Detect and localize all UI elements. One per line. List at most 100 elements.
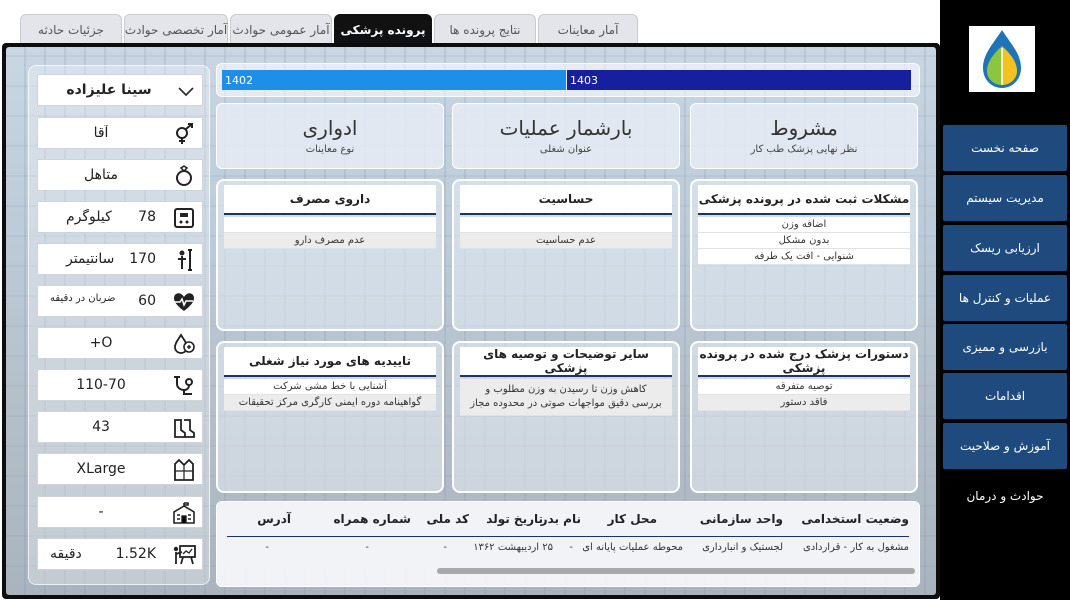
column-header: محل کار [607, 512, 657, 526]
table-cell: ۲۵ اردیبهشت ۱۳۶۲ [473, 542, 553, 553]
table-cell: لجستیک و انبارداری [702, 542, 783, 553]
drop-leaf-logo-icon[interactable] [969, 26, 1035, 92]
card-sensitivity-title: حساسیت [460, 185, 672, 215]
kpi-job-title-value: بارشمار عملیات [499, 116, 633, 140]
table-row: اضافه وزن [698, 217, 910, 233]
year-segment-1402[interactable]: 1402 [222, 70, 566, 90]
table-row: عدم مصرف دارو [224, 233, 436, 249]
card-sensitivity: حساسیت عدم حساسیت [452, 179, 680, 331]
kpi-final-opinion: مشروط نظر نهایی پزشک طب کار [690, 103, 918, 169]
heart-rate-unit: ضربان در دقیقه [50, 293, 116, 304]
height-unit: سانتیمتر [66, 251, 115, 267]
year-label-1403: 1403 [570, 73, 598, 87]
kpi-final-opinion-label: نظر نهایی پزشک طب کار [750, 144, 858, 155]
table-row [224, 217, 436, 233]
blood-pressure-field: 110-70 [37, 369, 203, 401]
height-value: 170 [129, 251, 156, 267]
table-cell: - [569, 542, 573, 553]
card-medication: داروی مصرف عدم مصرف دارو [216, 179, 444, 331]
card-medical-recommendations-title: سایر توضیحات و توصیه های پزشکی [460, 347, 672, 377]
clothing-size-field: XLarge [37, 453, 203, 485]
main-frame: سینا علیزاده آقا متاهل کیلوگرم 78 سانتیم… [2, 43, 940, 599]
kpi-job-title-label: عنوان شغلی [539, 144, 593, 155]
card-job-approvals-title: تاییدیه های مورد نیاز شغلی [224, 347, 436, 377]
card-doctor-instructions: دستورات پزشک درج شده در پرونده پزشکی توص… [690, 341, 918, 493]
sidebar-item-inspection-audit[interactable]: بازرسی و ممیزی [943, 324, 1067, 370]
table-row: توصیه متفرقه [698, 379, 910, 395]
shoe-size-field: 43 [37, 411, 203, 443]
heart-rate-value: 60 [138, 293, 156, 309]
column-header: آدرس [257, 512, 291, 526]
tab-medical-record[interactable]: پرونده پزشکی [334, 14, 432, 44]
tab-examination-stats[interactable]: آمار معاینات [538, 14, 638, 44]
scrollbar-thumb[interactable] [437, 568, 915, 574]
kpi-exam-type-label: نوع معاینات [305, 144, 355, 155]
kpi-exam-type: ادواری نوع معاینات [216, 103, 444, 169]
education-value: - [98, 504, 104, 520]
table-row: آشنایی با خط مشی شرکت [224, 379, 436, 395]
clothing-size-value: XLarge [76, 461, 126, 477]
gender-icon [172, 123, 196, 145]
table-row: بدون مشکل [698, 233, 910, 249]
boots-icon [172, 417, 196, 439]
table-cell: - [365, 542, 369, 553]
column-header: شماره همراه [333, 512, 411, 526]
table-row: فاقد دستور [698, 395, 910, 411]
card-medication-title: داروی مصرف [224, 185, 436, 215]
tab-general-incident-stats[interactable]: آمار عمومی حوادث [230, 14, 332, 44]
table-cell: - [443, 542, 447, 553]
table-row: کاهش وزن تا رسیدن به وزن مطلوب و بررسی د… [460, 379, 672, 416]
blood-drop-icon [172, 333, 196, 355]
table-row: شنوایی - افت یک طرفه [698, 249, 910, 265]
tab-specialized-incident-stats[interactable]: آمار تخصصی حوادث [124, 14, 228, 44]
card-job-approvals: تاییدیه های مورد نیاز شغلی آشنایی با خط … [216, 341, 444, 493]
kpi-final-opinion-value: مشروط [770, 116, 838, 140]
card-medical-recommendations: سایر توضیحات و توصیه های پزشکی کاهش وزن … [452, 341, 680, 493]
card-medical-problems: مشکلات ثبت شده در پرونده پزشکی اضافه وزن… [690, 179, 918, 331]
ring-icon [172, 165, 196, 187]
year-filter-bar: 1402 1403 [216, 63, 920, 97]
gender-value: آقا [93, 125, 109, 141]
column-header: وضعیت استخدامی [801, 512, 909, 526]
card-medical-problems-title: مشکلات ثبت شده در پرونده پزشکی [698, 185, 910, 215]
sidebar-item-risk-assessment[interactable]: ارزیابی ریسک [943, 225, 1067, 271]
presentation-value: 1.52K [115, 546, 156, 562]
weight-value: 78 [138, 209, 156, 225]
column-header: واحد سازمانی [699, 512, 783, 526]
sidebar-item-system-management[interactable]: مدیریت سیستم [943, 175, 1067, 221]
card-doctor-instructions-title: دستورات پزشک درج شده در پرونده پزشکی [698, 347, 910, 377]
kpi-job-title: بارشمار عملیات عنوان شغلی [452, 103, 680, 169]
employee-name-dropdown[interactable]: سینا علیزاده [37, 74, 203, 106]
education-field: - [37, 496, 203, 528]
stethoscope-icon [172, 375, 196, 397]
tab-record-results[interactable]: نتایج پرونده ها [434, 14, 536, 44]
tab-incident-details[interactable]: جزئیات حادثه [20, 14, 122, 44]
sidebar-item-operations-controls[interactable]: عملیات و کنترل ها [943, 275, 1067, 321]
sidebar-item-actions[interactable]: اقدامات [943, 373, 1067, 419]
dashboard-content: سینا علیزاده آقا متاهل کیلوگرم 78 سانتیم… [6, 47, 936, 595]
blood-pressure-value: 110-70 [76, 377, 126, 393]
table-row: عدم حساسیت [460, 233, 672, 249]
presentation-time-field: دقیقه 1.52K [37, 538, 203, 570]
sidebar-item-home[interactable]: صفحه نخست [943, 125, 1067, 171]
column-header: نام بدر [540, 512, 581, 526]
table-cell: - [265, 542, 269, 553]
blood-type-value: O+ [89, 335, 113, 351]
weight-unit: کیلوگرم [66, 209, 112, 225]
table-cell: مشغول به کار - قراردادی [802, 542, 909, 553]
sidebar-item-training-competency[interactable]: آموزش و صلاحیت [943, 423, 1067, 469]
sidebar-item-incidents-treatment[interactable]: حوادث و درمان [943, 473, 1067, 519]
table-row [460, 217, 672, 233]
year-segment-1403[interactable]: 1403 [567, 70, 911, 90]
presentation-unit: دقیقه [50, 546, 82, 562]
table-cell: محوطه عملیات پایانه ای [582, 542, 683, 553]
table-row: گواهینامه دوره ایمنی کارگری مرکز تحقیقات [224, 395, 436, 411]
marital-status-field: متاهل [37, 159, 203, 191]
column-header: کد ملی [426, 512, 469, 526]
horizontal-scrollbar[interactable] [437, 568, 915, 574]
school-building-icon [172, 502, 196, 524]
shoe-size-value: 43 [92, 419, 110, 435]
marital-status-value: متاهل [84, 167, 118, 183]
chevron-down-icon[interactable] [174, 80, 198, 102]
presentation-board-icon [172, 544, 196, 566]
